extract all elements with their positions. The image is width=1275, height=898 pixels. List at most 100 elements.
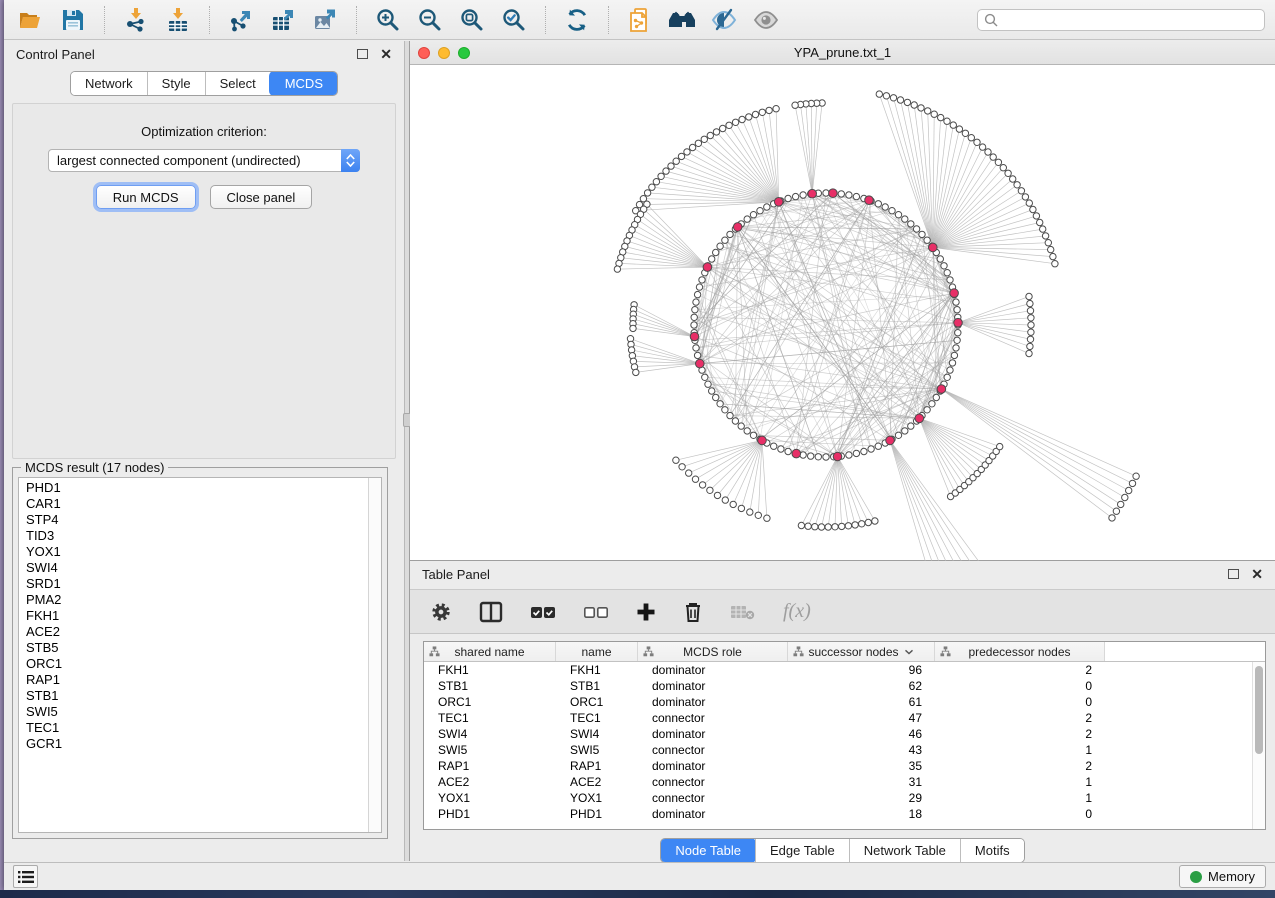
table-cell[interactable]: 1 xyxy=(935,743,1105,757)
export-image-icon[interactable] xyxy=(308,4,342,36)
zoom-selected-icon[interactable] xyxy=(497,4,531,36)
mcds-result-item[interactable]: ORC1 xyxy=(26,656,368,672)
window-close-icon[interactable] xyxy=(418,47,430,59)
zoom-out-icon[interactable] xyxy=(413,4,447,36)
close-panel-button-mcds[interactable]: Close panel xyxy=(210,185,313,209)
tab-edge-table[interactable]: Edge Table xyxy=(755,839,849,862)
column-header-successor-nodes[interactable]: successor nodes xyxy=(788,642,935,661)
unselect-all-columns-icon[interactable] xyxy=(583,603,609,621)
table-settings-gear-icon[interactable] xyxy=(430,601,452,623)
table-cell[interactable]: connector xyxy=(638,791,788,805)
table-cell[interactable]: TEC1 xyxy=(556,711,638,725)
table-cell[interactable]: connector xyxy=(638,775,788,789)
hide-selected-icon[interactable] xyxy=(707,4,741,36)
table-cell[interactable]: connector xyxy=(638,711,788,725)
mcds-result-item[interactable]: YOX1 xyxy=(26,544,368,560)
optimization-criterion-select[interactable]: largest connected component (undirected) xyxy=(48,149,360,172)
table-row[interactable]: SWI5SWI5connector431 xyxy=(424,742,1252,758)
mcds-result-item[interactable]: GCR1 xyxy=(26,736,368,752)
table-row[interactable]: TEC1TEC1connector472 xyxy=(424,710,1252,726)
tab-select[interactable]: Select xyxy=(205,72,270,95)
search-box[interactable] xyxy=(977,9,1265,31)
table-cell[interactable]: 2 xyxy=(935,759,1105,773)
table-row[interactable]: RAP1RAP1dominator352 xyxy=(424,758,1252,774)
table-cell[interactable]: 2 xyxy=(935,663,1105,677)
window-zoom-icon[interactable] xyxy=(458,47,470,59)
tab-network[interactable]: Network xyxy=(71,72,147,95)
mcds-result-item[interactable]: SWI5 xyxy=(26,704,368,720)
table-cell[interactable]: 43 xyxy=(788,743,935,757)
table-cell[interactable]: STB1 xyxy=(424,679,556,693)
column-header-MCDS-role[interactable]: MCDS role xyxy=(638,642,788,661)
table-cell[interactable]: 35 xyxy=(788,759,935,773)
mcds-result-item[interactable]: RAP1 xyxy=(26,672,368,688)
refresh-view-icon[interactable] xyxy=(560,4,594,36)
task-history-button[interactable] xyxy=(13,865,38,888)
table-row[interactable]: STB1STB1dominator620 xyxy=(424,678,1252,694)
network-graph[interactable] xyxy=(410,65,1275,561)
mcds-result-item[interactable]: TID3 xyxy=(26,528,368,544)
zoom-in-icon[interactable] xyxy=(371,4,405,36)
tab-network-table[interactable]: Network Table xyxy=(849,839,960,862)
select-all-columns-icon[interactable] xyxy=(530,603,556,621)
table-cell[interactable]: 1 xyxy=(935,791,1105,805)
network-from-clipboard-icon[interactable] xyxy=(623,4,657,36)
close-table-panel-button[interactable]: ✕ xyxy=(1251,569,1263,579)
table-cell[interactable]: dominator xyxy=(638,663,788,677)
table-cell[interactable]: dominator xyxy=(638,695,788,709)
table-cell[interactable]: YOX1 xyxy=(556,791,638,805)
export-network-icon[interactable] xyxy=(224,4,258,36)
first-neighbors-icon[interactable] xyxy=(665,4,699,36)
tab-mcds[interactable]: MCDS xyxy=(269,71,338,96)
table-cell[interactable]: 46 xyxy=(788,727,935,741)
table-cell[interactable]: YOX1 xyxy=(424,791,556,805)
table-row[interactable]: PHD1PHD1dominator180 xyxy=(424,806,1252,822)
table-cell[interactable]: 31 xyxy=(788,775,935,789)
close-panel-button[interactable]: ✕ xyxy=(380,49,392,59)
mcds-list-scrollbar[interactable] xyxy=(368,478,381,832)
table-cell[interactable]: TEC1 xyxy=(424,711,556,725)
table-cell[interactable]: 18 xyxy=(788,807,935,821)
table-cell[interactable]: 2 xyxy=(935,711,1105,725)
table-cell[interactable]: SWI5 xyxy=(556,743,638,757)
float-table-panel-button[interactable] xyxy=(1228,569,1239,579)
mcds-result-item[interactable]: SRD1 xyxy=(26,576,368,592)
table-cell[interactable]: 96 xyxy=(788,663,935,677)
column-header-predecessor-nodes[interactable]: predecessor nodes xyxy=(935,642,1105,661)
table-cell[interactable]: dominator xyxy=(638,807,788,821)
table-scrollbar[interactable] xyxy=(1252,662,1265,829)
mcds-result-item[interactable]: CAR1 xyxy=(26,496,368,512)
window-minimize-icon[interactable] xyxy=(438,47,450,59)
table-cell[interactable]: STB1 xyxy=(556,679,638,693)
table-cell[interactable]: RAP1 xyxy=(424,759,556,773)
mcds-result-item[interactable]: SWI4 xyxy=(26,560,368,576)
table-cell[interactable]: dominator xyxy=(638,759,788,773)
table-scrollbar-thumb[interactable] xyxy=(1255,666,1263,754)
table-row[interactable]: YOX1YOX1connector291 xyxy=(424,790,1252,806)
table-cell[interactable]: dominator xyxy=(638,679,788,693)
table-cell[interactable]: PHD1 xyxy=(424,807,556,821)
table-cell[interactable]: 0 xyxy=(935,695,1105,709)
table-cell[interactable]: 0 xyxy=(935,679,1105,693)
mcds-result-list[interactable]: PHD1CAR1STP4TID3YOX1SWI4SRD1PMA2FKH1ACE2… xyxy=(19,478,368,832)
memory-button[interactable]: Memory xyxy=(1179,865,1266,888)
mcds-result-item[interactable]: STB5 xyxy=(26,640,368,656)
table-cell[interactable]: 62 xyxy=(788,679,935,693)
table-cell[interactable]: dominator xyxy=(638,727,788,741)
table-cell[interactable]: RAP1 xyxy=(556,759,638,773)
run-mcds-button[interactable]: Run MCDS xyxy=(96,185,196,209)
search-input[interactable] xyxy=(1003,13,1258,27)
table-cell[interactable]: 47 xyxy=(788,711,935,725)
show-column-panel-icon[interactable] xyxy=(479,601,503,623)
save-session-icon[interactable] xyxy=(56,4,90,36)
table-cell[interactable]: 1 xyxy=(935,775,1105,789)
mcds-result-item[interactable]: STB1 xyxy=(26,688,368,704)
table-row[interactable]: ORC1ORC1dominator610 xyxy=(424,694,1252,710)
table-cell[interactable]: ORC1 xyxy=(556,695,638,709)
mcds-result-item[interactable]: PMA2 xyxy=(26,592,368,608)
mcds-result-item[interactable]: PHD1 xyxy=(26,480,368,496)
table-cell[interactable]: FKH1 xyxy=(424,663,556,677)
table-cell[interactable]: FKH1 xyxy=(556,663,638,677)
table-cell[interactable]: SWI4 xyxy=(556,727,638,741)
import-table-icon[interactable] xyxy=(161,4,195,36)
